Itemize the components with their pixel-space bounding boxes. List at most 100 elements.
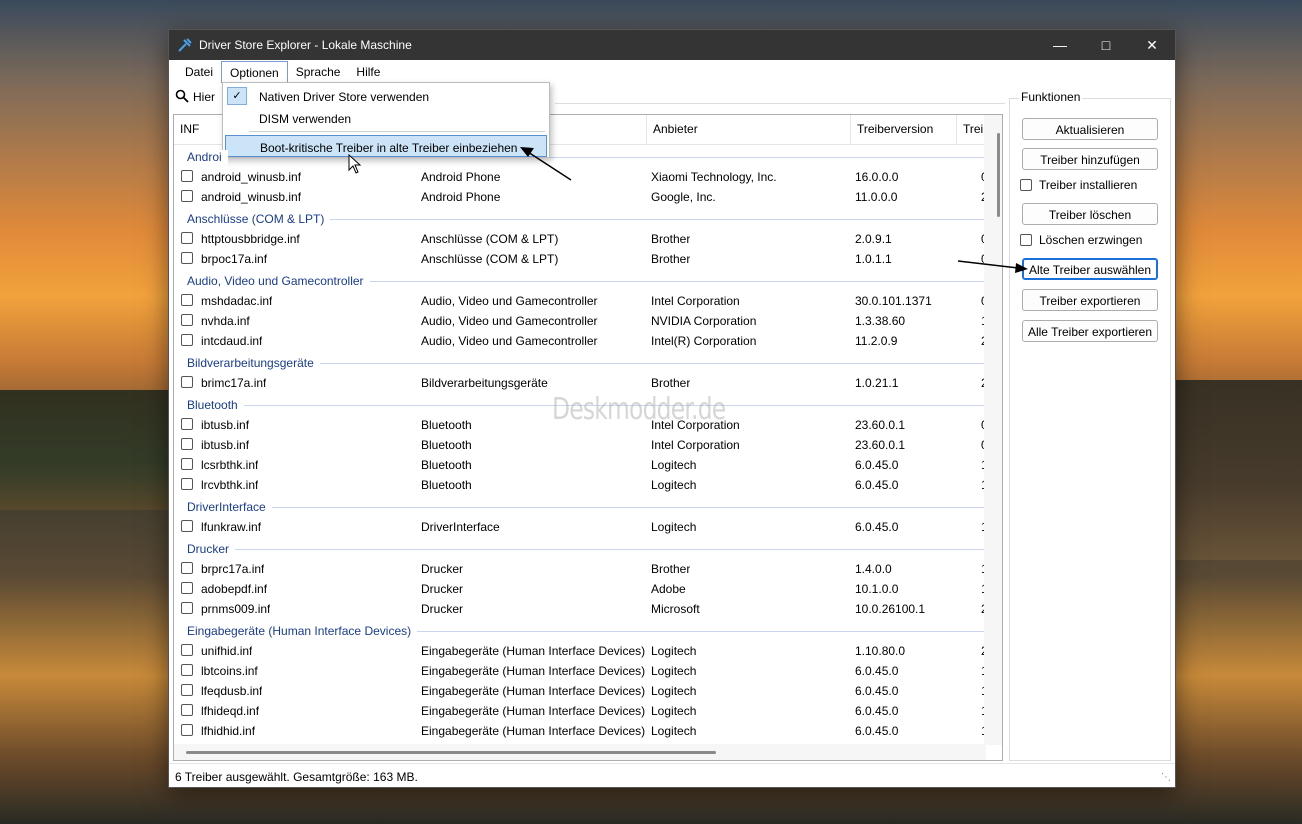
install-driver-checkbox[interactable]: Treiber installieren [1020,178,1137,192]
row-checkbox[interactable] [181,418,193,430]
group-header[interactable]: DriverInterface [174,495,986,517]
row-checkbox[interactable] [181,334,193,346]
search-input[interactable] [555,88,1005,104]
menu-item-label: Nativen Driver Store verwenden [259,90,430,104]
row-checkbox[interactable] [181,376,193,388]
column-header-treiberdatum[interactable]: Treib [957,115,986,145]
checkbox-box[interactable] [1020,234,1032,246]
cell-anbieter: Brother [651,252,691,266]
cell-version: 10.0.26100.1 [855,602,926,616]
table-row[interactable]: adobepdf.infDruckerAdobe10.1.0.01 [174,579,987,599]
menu-hilfe[interactable]: Hilfe [348,61,388,83]
title-bar[interactable]: Driver Store Explorer - Lokale Maschine … [169,30,1175,60]
menu-sprache[interactable]: Sprache [288,61,349,83]
cell-class: Eingabegeräte (Human Interface Devices) [421,664,646,678]
row-checkbox[interactable] [181,232,193,244]
column-header-treiberversion[interactable]: Treiberversion [851,115,957,145]
cell-class: Drucker [421,562,464,576]
cell-anbieter: Logitech [651,664,697,678]
row-checkbox[interactable] [181,582,193,594]
cell-anbieter: NVIDIA Corporation [651,314,757,328]
cell-inf: android_winusb.inf [201,170,302,184]
vertical-scrollbar[interactable] [984,115,1002,745]
optionen-dropdown-menu: ✓ Nativen Driver Store verwenden DISM ve… [222,82,550,158]
cell-inf: lrcvbthk.inf [201,478,259,492]
row-checkbox[interactable] [181,664,193,676]
table-row[interactable]: httptousbbridge.inf Anschlüsse (COM & LPT… [174,229,987,249]
row-checkbox[interactable] [181,190,193,202]
add-driver-button[interactable]: Treiber hinzufügen [1022,148,1158,170]
menu-item-dism[interactable]: DISM verwenden [225,107,547,129]
table-row[interactable]: prnms009.inf Drucker Microsoft 10.0.26100.1… [174,599,987,619]
checkbox-box[interactable] [1020,179,1032,191]
row-checkbox[interactable] [181,520,193,532]
table-row[interactable]: brprc17a.infDruckerBrother1.4.0.01 [174,559,987,579]
group-header[interactable]: Bildverarbeitungsgeräte [174,351,986,373]
row-checkbox[interactable] [181,314,193,326]
select-old-drivers-button[interactable]: Alte Treiber auswählen [1022,258,1158,280]
group-header[interactable]: Drucker [174,537,986,559]
table-row[interactable]: nvhda.inf Audio, Video und Gamecontroller… [174,311,987,331]
row-checkbox[interactable] [181,724,193,736]
group-header-label: Bildverarbeitungsgeräte [187,356,320,370]
table-row[interactable]: lfhidhid.inf Eingabegeräte (Human Interfa… [174,721,987,741]
row-checkbox[interactable] [181,458,193,470]
export-all-drivers-button[interactable]: Alle Treiber exportieren [1022,320,1158,342]
table-row[interactable]: android_winusb.inf Android Phone Xiaomi Te… [174,167,987,187]
table-row[interactable]: lfunkraw.inf DriverInterface Logitech 6.0.4… [174,517,987,537]
table-row[interactable]: mshdadac.inf Audio, Video und Gamecontrol… [174,291,987,311]
menu-item-boot-critical[interactable]: Boot-kritische Treiber in alte Treiber e… [225,135,547,157]
cell-anbieter: Microsoft [651,602,700,616]
row-checkbox[interactable] [181,684,193,696]
export-driver-button[interactable]: Treiber exportieren [1022,289,1158,311]
cell-class: Drucker [421,582,464,596]
menu-optionen[interactable]: Optionen [221,61,288,83]
table-row[interactable]: ibtusb.inf Bluetooth Intel Corporation 23.6… [174,435,987,455]
table-row[interactable]: brpoc17a.inf Anschlüsse (COM & LPT) Brothe… [174,249,987,269]
table-row[interactable]: android_winusb.inf Android Phone Google, I… [174,187,987,207]
row-checkbox[interactable] [181,602,193,614]
row-checkbox[interactable] [181,252,193,264]
menu-item-native-driver-store[interactable]: ✓ Nativen Driver Store verwenden [225,85,547,107]
cell-anbieter: Logitech [651,458,697,472]
cell-version: 1.10.80.0 [855,644,906,658]
maximize-icon[interactable]: □ [1083,30,1129,60]
row-checkbox[interactable] [181,294,193,306]
row-checkbox[interactable] [181,704,193,716]
resize-grip-icon[interactable]: ⋱ [1161,772,1171,783]
table-row[interactable]: unifhid.inf Eingabegeräte (Human Interfac… [174,641,987,661]
cell-inf: android_winusb.inf [201,190,302,204]
table-row[interactable]: lrcvbthk.infBluetoothLogitech6.0.45.01 [174,475,987,495]
row-checkbox[interactable] [181,644,193,656]
menu-datei[interactable]: Datei [177,61,221,83]
table-row[interactable]: lfeqdusb.inf Eingabegeräte (Human Interfa… [174,681,987,701]
table-row[interactable]: lfhideqd.inf Eingabegeräte (Human Interfa… [174,701,987,721]
cell-version: 16.0.0.0 [855,170,899,184]
group-header[interactable]: Audio, Video und Gamecontroller [174,269,986,291]
table-row[interactable]: brimc17a.inf Bildverarbeitungsgeräte Broth… [174,373,987,393]
group-header[interactable]: Anschlüsse (COM & LPT) [174,207,986,229]
column-header-anbieter[interactable]: Anbieter [647,115,851,145]
table-row[interactable]: lbtcoins.inf Eingabegeräte (Human Interfa… [174,661,987,681]
table-row[interactable]: lcsrbthk.infBluetoothLogitech6.0.45.01 [174,455,987,475]
row-checkbox[interactable] [181,170,193,182]
cell-class: Audio, Video und Gamecontroller [421,314,598,328]
delete-driver-button[interactable]: Treiber löschen [1022,203,1158,225]
close-icon[interactable]: ✕ [1129,30,1175,60]
group-header[interactable]: Eingabegeräte (Human Interface Devices) [174,619,986,641]
vertical-scroll-thumb[interactable] [997,133,1000,217]
refresh-button[interactable]: Aktualisieren [1022,118,1158,140]
row-checkbox[interactable] [181,562,193,574]
horizontal-scrollbar[interactable] [174,744,986,760]
force-delete-checkbox[interactable]: Löschen erzwingen [1020,233,1142,247]
cell-version: 6.0.45.0 [855,520,899,534]
search-label: Hier [193,90,216,104]
cell-version: 6.0.45.0 [855,684,899,698]
row-checkbox[interactable] [181,438,193,450]
app-icon [177,37,193,53]
table-row[interactable]: intcdaud.inf Audio, Video und Gamecontrol… [174,331,987,351]
horizontal-scroll-thumb[interactable] [186,751,716,754]
cell-inf: lcsrbthk.inf [201,458,259,472]
row-checkbox[interactable] [181,478,193,490]
minimize-icon[interactable]: — [1037,30,1083,60]
